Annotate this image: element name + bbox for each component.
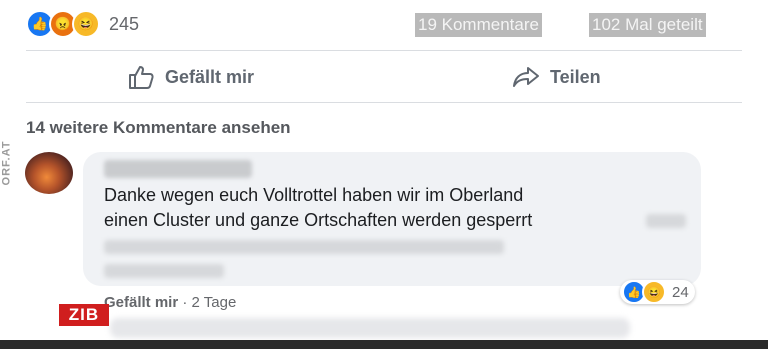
blurred-replies-row <box>110 318 630 338</box>
avatar[interactable] <box>25 152 73 194</box>
comment-actions: Gefällt mir · 2 Tage <box>104 294 236 311</box>
reaction-count[interactable]: 245 <box>109 14 139 35</box>
share-button[interactable]: Teilen <box>512 62 601 92</box>
share-label: Teilen <box>550 66 601 87</box>
thumbs-up-icon <box>129 66 154 89</box>
blurred-text <box>104 264 224 278</box>
comments-count[interactable]: 19 Kommentare <box>415 13 542 37</box>
blurred-text <box>646 214 686 228</box>
comment-reaction-count: 24 <box>672 283 689 301</box>
view-more-comments-link[interactable]: 14 weitere Kommentare ansehen <box>26 118 291 138</box>
haha-icon: 😆 <box>72 10 100 38</box>
comment-reactions-badge[interactable]: 👍 😆 24 <box>620 280 695 304</box>
post-reactions[interactable]: 👍 😠 😆 245 <box>26 10 139 38</box>
blurred-text <box>104 240 504 254</box>
like-label: Gefällt mir <box>165 66 255 87</box>
share-arrow-icon <box>513 67 539 87</box>
comment-like-link[interactable]: Gefällt mir <box>104 294 178 311</box>
separator-dot: · <box>182 294 192 311</box>
orf-watermark: ORF.AT <box>0 140 13 186</box>
bottom-band <box>0 340 768 349</box>
shares-count[interactable]: 102 Mal geteilt <box>589 13 706 37</box>
comment-text-line: einen Cluster und ganze Ortschaften werd… <box>104 210 533 230</box>
divider <box>26 102 742 103</box>
comment-text-line: Danke wegen euch Volltrottel haben wir i… <box>104 185 524 205</box>
divider <box>26 50 742 51</box>
like-button[interactable]: Gefällt mir <box>127 62 254 92</box>
comment-time[interactable]: 2 Tage <box>192 294 237 311</box>
blurred-author-name[interactable] <box>104 160 252 178</box>
zib-logo: ZIB <box>59 304 109 326</box>
haha-icon: 😆 <box>642 280 666 304</box>
